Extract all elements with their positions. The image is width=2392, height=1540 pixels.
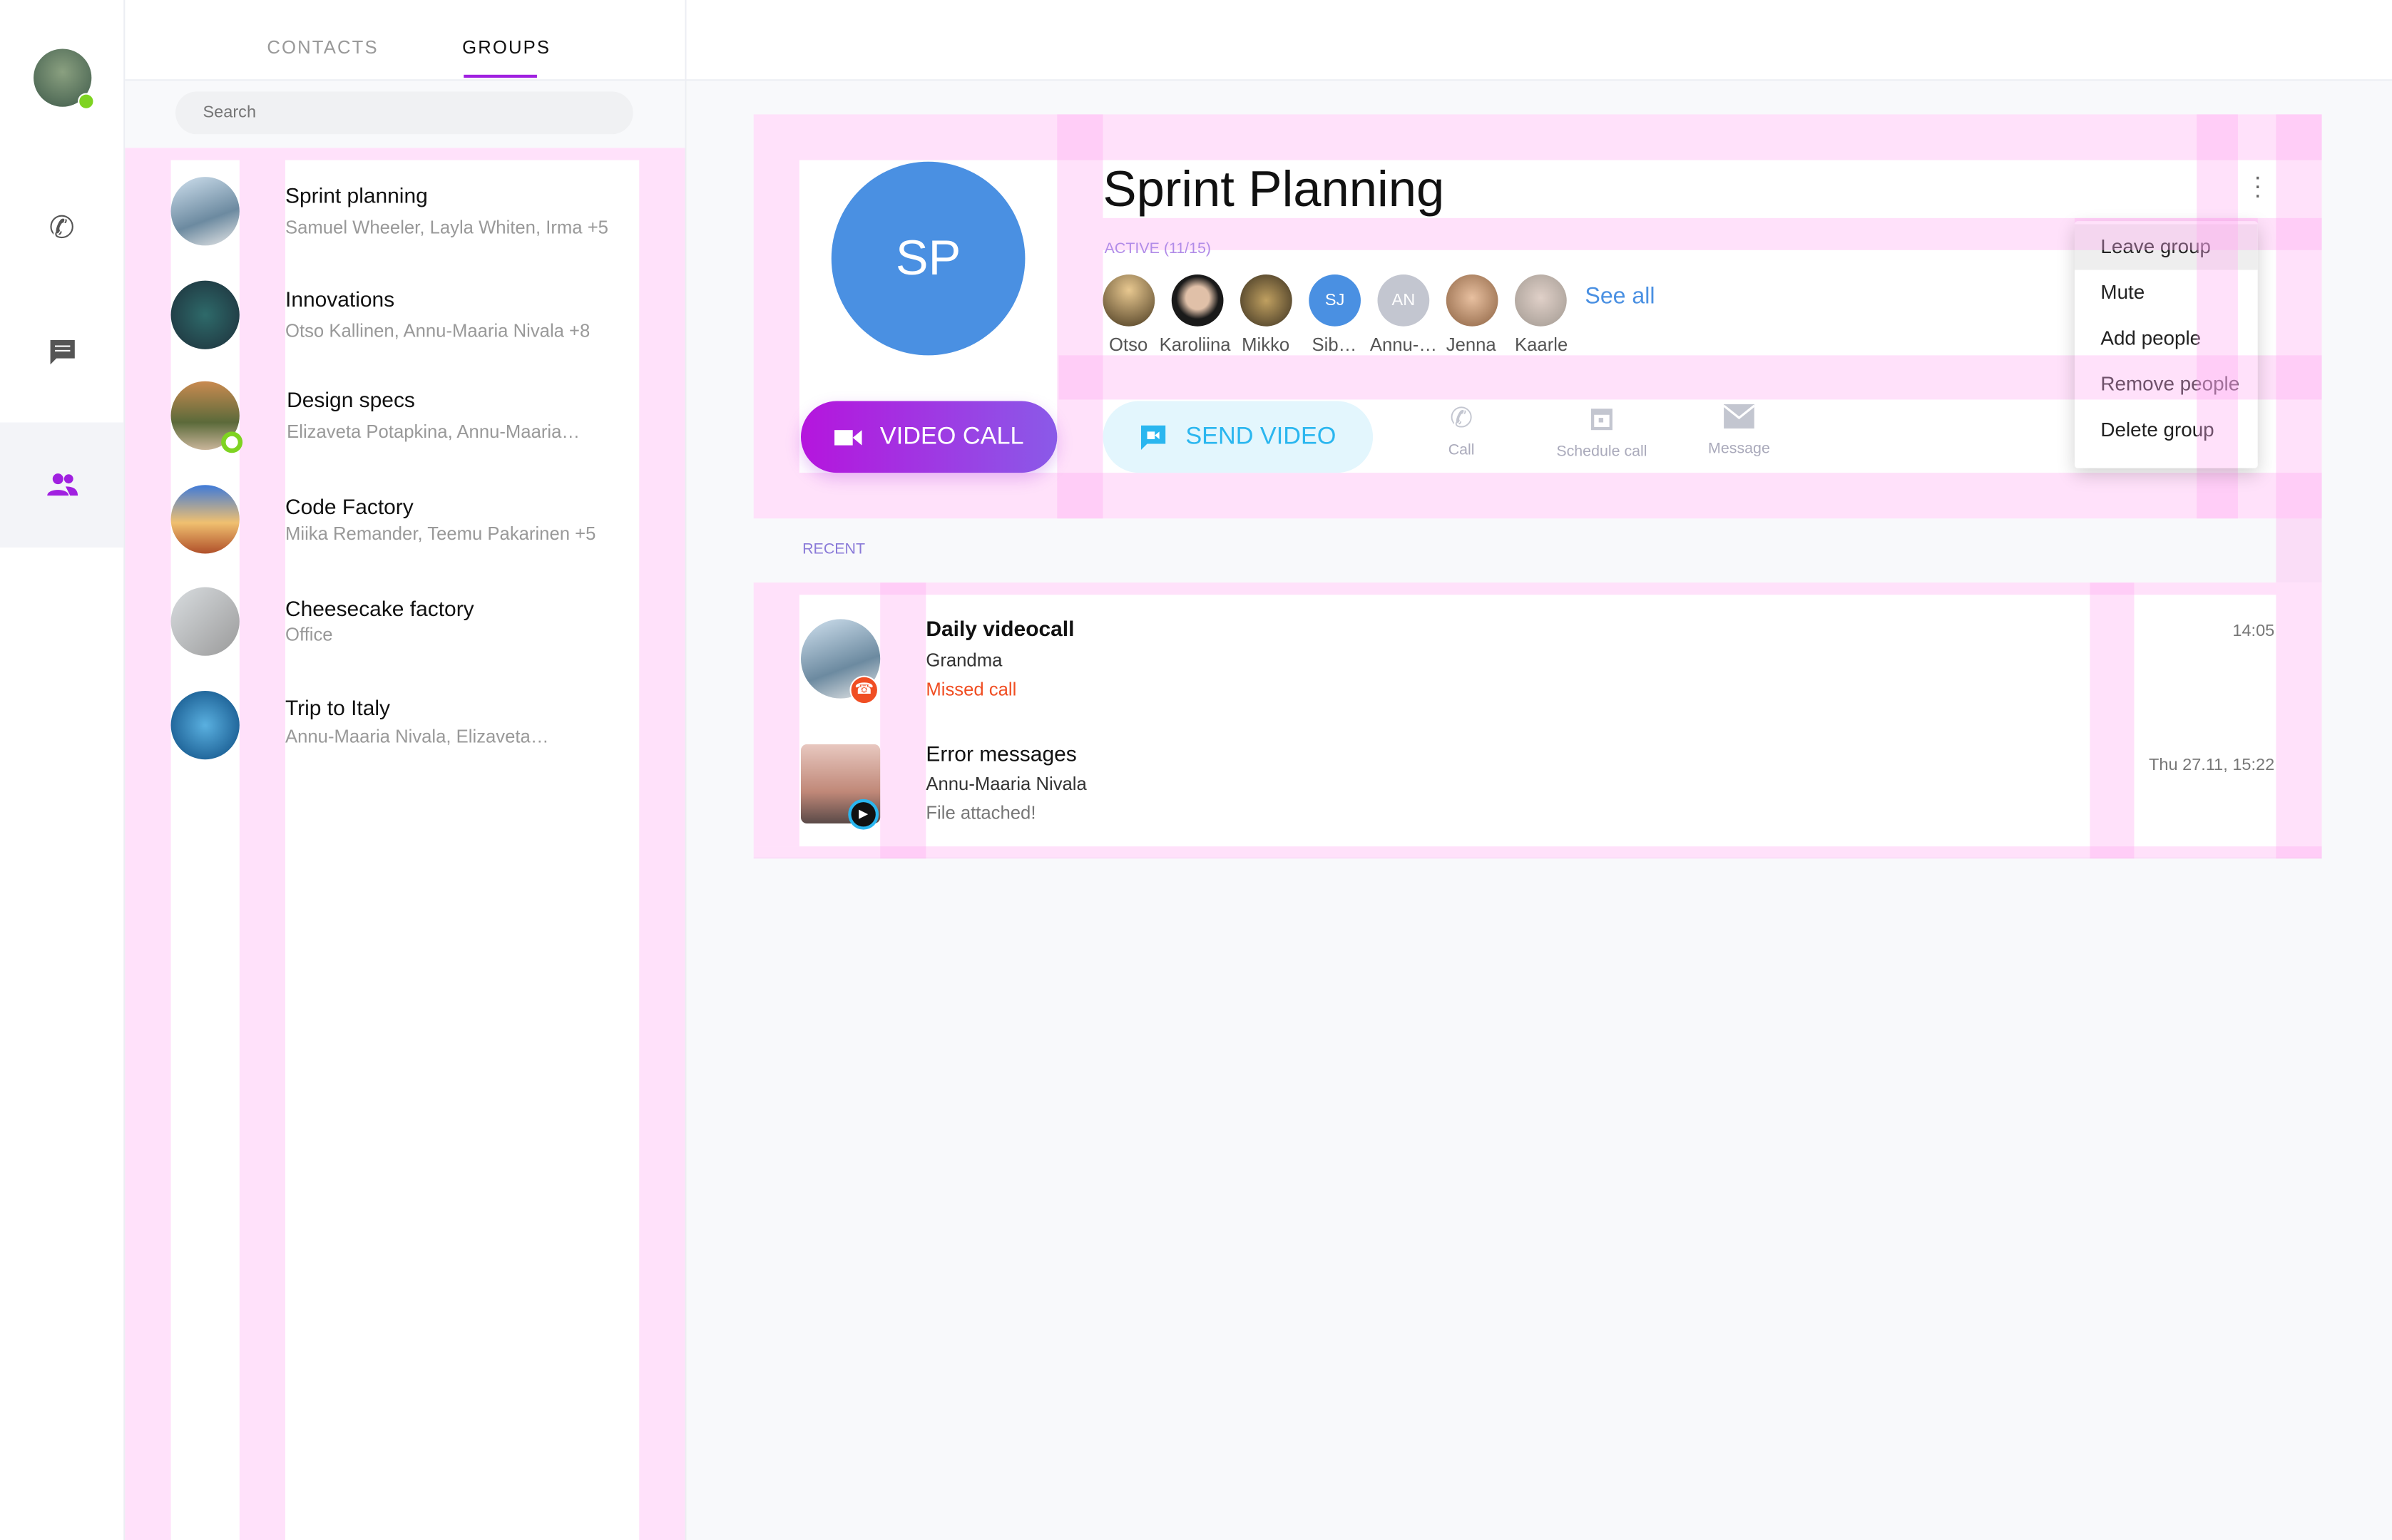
main-header bbox=[686, 0, 2392, 81]
guide bbox=[2276, 595, 2322, 859]
group-name: Code Factory bbox=[285, 494, 414, 519]
nav-messages[interactable] bbox=[0, 289, 123, 414]
send-video-button[interactable]: SEND VIDEO bbox=[1103, 401, 1374, 473]
guide bbox=[2276, 114, 2322, 587]
tab-indicator bbox=[464, 74, 537, 78]
recent-label: RECENT bbox=[802, 541, 866, 558]
recent-status: Missed call bbox=[926, 678, 1017, 700]
group-avatar-large: SP bbox=[831, 161, 1026, 356]
video-call-label: VIDEO CALL bbox=[879, 423, 1024, 449]
play-icon: ▶ bbox=[848, 799, 879, 830]
group-name: Trip to Italy bbox=[285, 695, 391, 720]
group-name: Cheesecake factory bbox=[285, 596, 474, 621]
phone-icon: ✆ bbox=[1450, 402, 1473, 433]
phone-icon: ✆ bbox=[48, 211, 75, 245]
member-avatar[interactable]: AN bbox=[1377, 274, 1430, 327]
group-name: Design specs bbox=[287, 387, 415, 412]
group-item[interactable]: Sprint planning Samuel Wheeler, Layla Whi… bbox=[170, 177, 629, 268]
tab-groups[interactable]: GROUPS bbox=[462, 36, 551, 58]
nav-groups[interactable] bbox=[0, 422, 124, 548]
guide bbox=[2197, 221, 2238, 468]
guide bbox=[753, 846, 2322, 859]
call-label: Call bbox=[1448, 442, 1475, 459]
video-call-button[interactable]: VIDEO CALL bbox=[800, 401, 1058, 473]
schedule-call-label: Schedule call bbox=[1556, 443, 1647, 461]
group-members: Samuel Wheeler, Layla Whiten, Irma +5 bbox=[285, 216, 608, 238]
group-avatar bbox=[170, 177, 240, 246]
member-name: Otso bbox=[1109, 334, 1148, 356]
recent-person: Annu-Maaria Nivala bbox=[926, 773, 1087, 795]
message-action[interactable]: Message bbox=[1701, 404, 1777, 458]
online-indicator bbox=[78, 93, 95, 111]
call-action[interactable]: ✆ Call bbox=[1431, 403, 1492, 459]
nav-rail: ✆ bbox=[0, 0, 126, 1540]
search-bar bbox=[125, 81, 685, 148]
member-name: Mikko bbox=[1242, 334, 1290, 356]
group-name: Sprint planning bbox=[285, 183, 428, 207]
group-members: Otso Kallinen, Annu-Maaria Nivala +8 bbox=[285, 320, 591, 342]
member-name: Jenna bbox=[1446, 334, 1496, 356]
member-avatar[interactable]: SJ bbox=[1309, 274, 1361, 327]
member-name: Kaarle bbox=[1515, 334, 1568, 356]
member-avatar[interactable] bbox=[1515, 274, 1567, 327]
message-label: Message bbox=[1708, 441, 1770, 458]
video-message-icon bbox=[1141, 424, 1166, 449]
guide bbox=[753, 160, 799, 473]
recent-title: Daily videocall bbox=[926, 616, 1075, 641]
guide bbox=[753, 473, 2322, 519]
mail-icon bbox=[1723, 404, 1755, 429]
group-avatar bbox=[170, 587, 240, 656]
search-input[interactable] bbox=[175, 91, 633, 135]
send-video-label: SEND VIDEO bbox=[1185, 423, 1336, 449]
guide bbox=[125, 148, 685, 160]
group-members: Office bbox=[285, 623, 333, 645]
see-all-link[interactable]: See all bbox=[1585, 284, 1655, 309]
group-avatar bbox=[170, 485, 240, 554]
group-members: Miika Remander, Teemu Pakarinen +5 bbox=[285, 523, 596, 545]
guide bbox=[2090, 582, 2135, 859]
more-options-icon[interactable]: · · · bbox=[2249, 165, 2267, 208]
group-item[interactable]: Design specs Elizaveta Potapkina, Annu-Ma… bbox=[170, 381, 629, 473]
calendar-icon bbox=[1590, 409, 1612, 431]
group-members: Annu-Maaria Nivala, Elizaveta… bbox=[285, 726, 549, 748]
member-avatar[interactable] bbox=[1103, 274, 1155, 327]
group-item[interactable]: Innovations Otso Kallinen, Annu-Maaria Ni… bbox=[170, 280, 629, 372]
group-avatar bbox=[170, 690, 240, 760]
tab-contacts[interactable]: CONTACTS bbox=[267, 36, 378, 58]
nav-calls[interactable]: ✆ bbox=[0, 165, 123, 289]
recent-title: Error messages bbox=[926, 741, 1077, 766]
group-members: Elizaveta Potapkina, Annu-Maaria… bbox=[287, 421, 581, 443]
missed-call-icon: ☎ bbox=[849, 675, 879, 705]
guide bbox=[125, 160, 171, 1540]
chat-icon bbox=[49, 339, 74, 365]
guide bbox=[880, 582, 926, 859]
member-name: Annu-… bbox=[1369, 334, 1438, 356]
group-avatar bbox=[170, 280, 240, 349]
schedule-call-action[interactable]: Schedule call bbox=[1548, 404, 1655, 461]
guide bbox=[753, 114, 2322, 160]
group-name: Innovations bbox=[285, 287, 395, 312]
online-indicator bbox=[221, 431, 243, 453]
active-count: ACTIVE (11/15) bbox=[1104, 240, 1212, 258]
member-name: Karoliina bbox=[1159, 334, 1231, 356]
recent-status: File attached! bbox=[926, 802, 1036, 824]
guide bbox=[753, 582, 2322, 595]
recent-time: 14:05 bbox=[2232, 622, 2275, 641]
recent-time: Thu 27.11, 15:22 bbox=[2149, 756, 2275, 775]
group-item[interactable]: Trip to Italy Annu-Maaria Nivala, Elizave… bbox=[170, 690, 629, 782]
member-avatar[interactable] bbox=[1240, 274, 1292, 327]
groups-panel: CONTACTS GROUPS Sprint planning Samuel Wh… bbox=[125, 0, 687, 1540]
guide bbox=[1057, 114, 1103, 519]
guide bbox=[753, 595, 799, 847]
video-camera-icon bbox=[834, 429, 862, 445]
group-icon bbox=[46, 473, 78, 496]
guide bbox=[639, 160, 685, 1540]
member-name: Sib… bbox=[1312, 334, 1357, 356]
member-avatar[interactable] bbox=[1171, 274, 1224, 327]
recent-person: Grandma bbox=[926, 650, 1003, 672]
group-title: Sprint Planning bbox=[1103, 160, 1445, 217]
member-avatar[interactable] bbox=[1446, 274, 1498, 327]
group-item[interactable]: Cheesecake factory Office bbox=[170, 587, 629, 679]
group-item[interactable]: Code Factory Miika Remander, Teemu Pakari… bbox=[170, 485, 629, 576]
